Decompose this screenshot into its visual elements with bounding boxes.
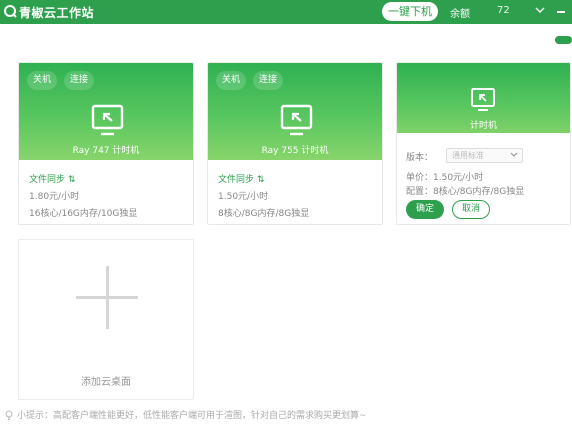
version-select[interactable]: 通用标准: [446, 148, 523, 163]
machine-name: Ray 747 计时机: [72, 146, 140, 156]
spec: 16核心/16G内存/10G独显: [29, 209, 138, 219]
new-machine-card: 计时机 版本： 通用标准 单价：1.50元/小时 配置：8核心/8G内存/8G独…: [396, 62, 571, 225]
unit-price: 单价：1.50元/小时: [406, 173, 484, 183]
app-title: 青椒云工作站: [19, 6, 95, 20]
spec: 8核心/8G内存/8G独显: [218, 209, 310, 219]
file-sync-label[interactable]: 文件同步: [218, 175, 254, 185]
machine-type-label: 计时机: [469, 121, 497, 131]
machine-card[interactable]: 关机 连接 Ray 747 计时机 文件同步 ⇅ 1.80元/小时 16核心/16…: [18, 62, 194, 225]
power-off-button[interactable]: 关机: [27, 71, 57, 90]
file-sync-link[interactable]: 文件同步 ⇅: [218, 172, 309, 189]
file-sync-label[interactable]: 文件同步: [29, 175, 65, 185]
chevron-down-icon[interactable]: [510, 152, 518, 158]
card-header: 关机 连接 Ray 747 计时机: [19, 63, 193, 160]
monitor-icon: [91, 104, 124, 136]
tip-text: 小提示：高配客户端性能更好，低性能客户端可用于渲图，针对自己的需求购买更划算~: [17, 411, 367, 421]
lightbulb-icon: [5, 410, 13, 420]
machine-name: Ray 755 计时机: [261, 146, 329, 156]
title-bar: 青椒云工作站 一键下机 余额 72: [0, 0, 572, 24]
cancel-button[interactable]: 取消: [452, 200, 490, 219]
monitor-icon: [280, 104, 313, 136]
price: 1.50元/小时: [218, 192, 269, 202]
balance-label[interactable]: 余额: [450, 5, 470, 20]
version-label: 版本：: [406, 153, 434, 163]
file-sync-link[interactable]: 文件同步 ⇅: [29, 172, 137, 189]
connect-button[interactable]: 连接: [64, 71, 94, 90]
connect-button[interactable]: 连接: [253, 71, 283, 90]
chevron-down-icon[interactable]: [535, 5, 545, 15]
sync-icon[interactable]: ⇅: [68, 175, 76, 185]
confirm-button[interactable]: 确定: [406, 200, 444, 219]
user-id[interactable]: 72: [497, 5, 510, 16]
card-header: 关机 连接 Ray 755 计时机: [208, 63, 382, 160]
sync-icon[interactable]: ⇅: [257, 175, 265, 185]
monitor-icon: [471, 88, 495, 111]
price: 1.80元/小时: [29, 192, 80, 202]
card-details: 文件同步 ⇅ 1.80元/小时 16核心/16G内存/10G独显: [29, 172, 137, 223]
plus-icon[interactable]: [106, 266, 109, 329]
add-desktop-label[interactable]: 添加云桌面: [19, 373, 193, 388]
side-toggle[interactable]: [555, 36, 572, 44]
logo-icon: [4, 5, 17, 18]
spec: 配置：8核心/8G内存/8G独显: [406, 187, 525, 197]
add-desktop-card[interactable]: 添加云桌面: [18, 239, 194, 400]
machine-card[interactable]: 关机 连接 Ray 755 计时机 文件同步 ⇅ 1.50元/小时 8核心/8G内…: [207, 62, 383, 225]
version-value[interactable]: 通用标准: [452, 151, 484, 160]
version-row: 版本： 通用标准: [406, 148, 523, 163]
card-details: 文件同步 ⇅ 1.50元/小时 8核心/8G内存/8G独显: [218, 172, 309, 223]
one-click-shutdown-button[interactable]: 一键下机: [382, 2, 438, 21]
tip-bar: 小提示：高配客户端性能更好，低性能客户端可用于渲图，针对自己的需求购买更划算~: [4, 408, 367, 421]
card-header: 计时机: [397, 63, 570, 133]
power-off-button[interactable]: 关机: [216, 71, 246, 90]
minimize-icon[interactable]: [557, 11, 565, 13]
